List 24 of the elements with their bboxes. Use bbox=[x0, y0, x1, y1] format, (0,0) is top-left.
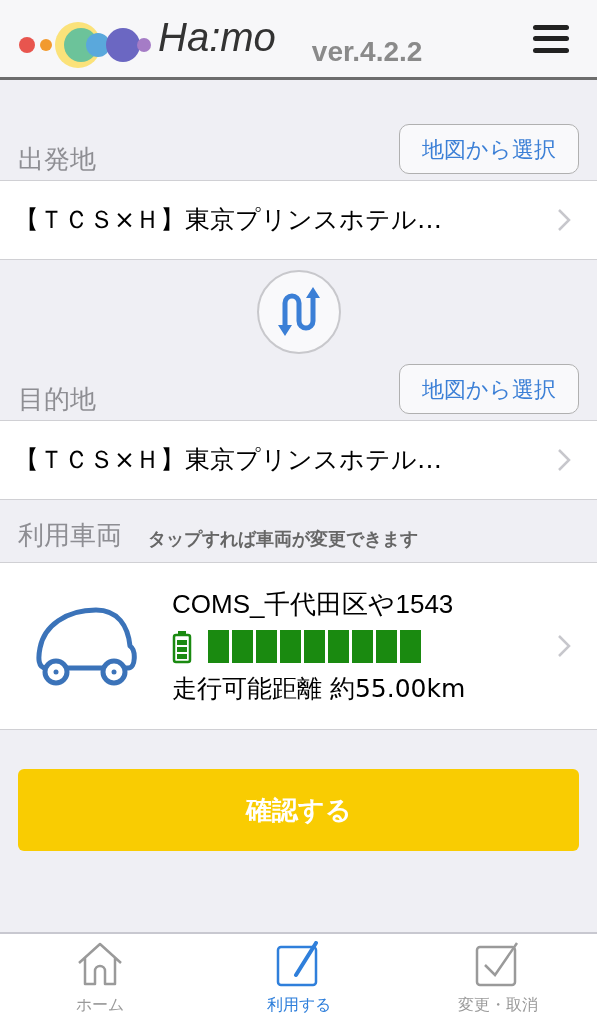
range-text: 走行可能距離 約55.00km bbox=[172, 672, 467, 705]
car-icon bbox=[36, 606, 140, 686]
section-label: 出発地 bbox=[18, 146, 96, 174]
select-from-map-button[interactable]: 地図から選択 bbox=[399, 364, 579, 414]
location-row[interactable]: 【ＴＣＳ×Ｈ】東京プリンスホテル… bbox=[0, 420, 597, 500]
tab-button[interactable]: 変更・取消 bbox=[398, 934, 597, 1024]
chevron-right-icon bbox=[557, 208, 571, 232]
vehicle-name: COMS_千代田区や1543 bbox=[172, 587, 455, 621]
hint-text: タップすれば車両が変更できます bbox=[148, 530, 418, 548]
checkbox-icon bbox=[474, 941, 521, 987]
location-row[interactable]: 【ＴＣＳ×Ｈ】東京プリンスホテル… bbox=[0, 180, 597, 260]
section-label: 目的地 bbox=[18, 386, 96, 414]
menu-icon[interactable] bbox=[533, 24, 569, 53]
version-text: ver.4.2.2 bbox=[311, 34, 423, 69]
select-from-map-button[interactable]: 地図から選択 bbox=[399, 124, 579, 174]
battery-icon bbox=[172, 629, 192, 664]
chevron-right-icon bbox=[557, 448, 571, 472]
tab-button[interactable]: 利用する bbox=[199, 934, 398, 1024]
chevron-right-icon bbox=[557, 634, 571, 658]
tab-button[interactable]: ホーム bbox=[0, 934, 199, 1024]
section-label: 利用車両 bbox=[18, 522, 122, 548]
logo-text: Ha:mo bbox=[158, 16, 276, 57]
vehicle-card[interactable]: COMS_千代田区や1543 走行可能距離 約55.00km bbox=[0, 562, 597, 730]
swap-icon bbox=[276, 287, 321, 337]
